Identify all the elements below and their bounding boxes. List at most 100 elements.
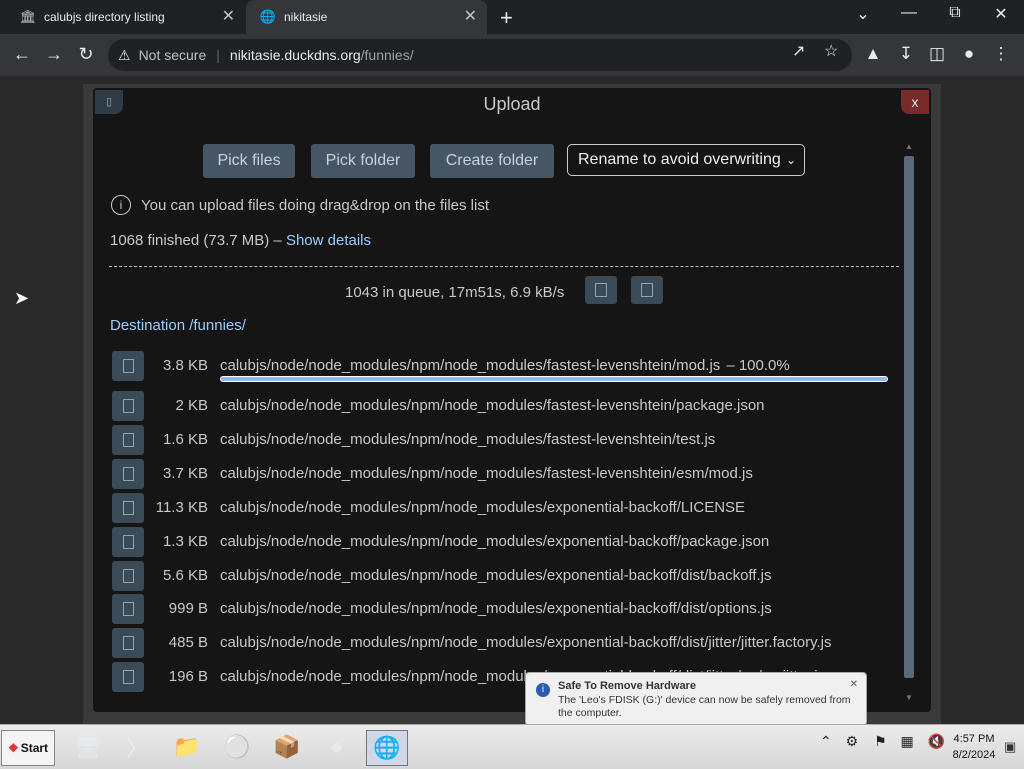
destination-label: Destination /funnies/ [110,317,246,334]
show-desktop-icon[interactable]: ▣ [1004,739,1016,755]
browser-toolbar: ← → ↻ ⚠ Not secure | nikitasie.duckdns.o… [0,34,1024,76]
overwrite-mode-select[interactable]: Rename to avoid overwriting ⌄ [567,144,805,176]
tab-nikitasie[interactable]: 🌐 nikitasie ✕ [246,0,487,34]
file-path: calubjs/node/node_modules/npm/node_modul… [220,357,790,374]
clock-time: 4:57 PM [953,733,995,745]
remove-file-button[interactable] [112,459,144,489]
address-bar[interactable]: ⚠ Not secure | nikitasie.duckdns.org/fun… [108,39,852,71]
file-icon [122,569,134,583]
start-button[interactable]: ❖ Start [1,730,55,766]
forward-button[interactable]: → [42,44,66,65]
tab-search-icon[interactable]: ⌄ [848,4,878,24]
internet-explorer-icon[interactable]: ⚪ [217,730,257,764]
back-button[interactable]: ← [10,44,34,65]
file-icon [122,359,134,373]
file-icon [122,501,134,515]
upload-progress-fill [221,377,887,381]
profile-icon[interactable]: ● [958,44,980,64]
tab-strip: 🏛 calubjs directory listing ✕ 🌐 nikitasi… [0,0,1024,34]
side-panel-icon[interactable]: ◫ [926,44,948,64]
action-center-flag-icon[interactable]: ⚑ [874,733,887,749]
remove-file-button[interactable] [112,351,144,381]
dialog-close-button[interactable]: x [901,90,929,114]
file-path: calubjs/node/node_modules/npm/node_modul… [220,499,746,516]
remove-file-button[interactable] [112,662,144,692]
scroll-down-icon[interactable]: ▼ [905,693,913,702]
archive-app-icon[interactable]: 📦 [267,730,307,764]
close-notification-icon[interactable]: ✕ [850,679,858,690]
powershell-icon[interactable]: 〉 [117,730,157,764]
stop-queue-button[interactable] [631,276,663,304]
remove-file-button[interactable] [112,527,144,557]
pause-icon [595,283,607,297]
file-row: 485 B calubjs/node/node_modules/npm/node… [111,628,891,658]
mouse-cursor-icon: ➤ [14,288,30,308]
remove-file-button[interactable] [112,594,144,624]
bookmark-star-icon[interactable]: ☆ [824,41,838,61]
chevron-down-icon: ⌄ [785,153,796,167]
chrome-icon[interactable]: 🌐 [366,730,408,766]
file-list-scrollbar[interactable]: ▲ ▼ [901,142,917,702]
file-icon [122,636,134,650]
minimize-button[interactable]: — [894,4,924,22]
reload-button[interactable]: ↻ [74,44,98,65]
remove-file-button[interactable] [112,391,144,421]
new-tab-button[interactable]: + [500,5,513,31]
menu-icon[interactable]: ⋮ [990,44,1012,64]
server-manager-icon[interactable]: 🖥 [68,730,108,764]
show-details-link[interactable]: Show details [286,232,371,249]
file-path: calubjs/node/node_modules/npm/node_modul… [220,634,832,651]
file-row: 3.7 KB calubjs/node/node_modules/npm/nod… [111,459,891,489]
download-icon[interactable]: ↧ [895,44,917,64]
close-tab-icon[interactable]: ✕ [222,9,235,25]
finished-summary: 1068 finished (73.7 MB) – Show details [110,232,371,249]
pick-folder-button[interactable]: Pick folder [311,144,415,178]
upload-dialog: ▯ Upload x Pick files Pick folder Create… [93,88,931,712]
file-explorer-icon[interactable]: 📁 [167,730,207,764]
file-path: calubjs/node/node_modules/npm/node_modul… [220,600,772,617]
close-tab-icon[interactable]: ✕ [464,9,477,25]
overwrite-mode-value: Rename to avoid overwriting [578,151,781,168]
app-d-icon[interactable]: ● [317,730,357,764]
file-size: 1.6 KB [162,431,208,448]
restore-button[interactable]: ⧉ [940,4,970,22]
safe-remove-hardware-icon[interactable]: ⚙ [846,733,859,749]
file-size: 11.3 KB [155,499,208,516]
share-icon[interactable]: ↗ [792,41,805,61]
file-row: 11.3 KB calubjs/node/node_modules/npm/no… [111,493,891,523]
system-tray: ⌃ ⚙ ⚑ ▦ 🔇 [820,733,945,750]
remove-file-button[interactable] [112,425,144,455]
page-viewport: ➤ ▯ Upload x Pick files Pick folder Crea… [0,76,1024,724]
remove-file-button[interactable] [112,493,144,523]
close-window-button[interactable]: ✕ [986,4,1016,24]
file-size: 5.6 KB [162,567,208,584]
clock[interactable]: 4:57 PM 8/2/2024 [944,731,1004,763]
stop-icon [641,283,653,297]
pause-queue-button[interactable] [585,276,617,304]
create-folder-button[interactable]: Create folder [430,144,554,178]
file-row: 3.8 KB calubjs/node/node_modules/npm/nod… [111,351,891,382]
pick-files-button[interactable]: Pick files [203,144,295,178]
network-icon[interactable]: ▦ [901,733,914,749]
file-path: calubjs/node/node_modules/npm/node_modul… [220,431,716,448]
remove-file-button[interactable] [112,561,144,591]
windows-logo-icon: ❖ [7,741,19,755]
labs-flask-icon[interactable]: ▲ [862,44,884,64]
remove-file-button[interactable] [112,628,144,658]
file-icon [122,602,134,616]
file-icon [122,467,134,481]
tab-calubjs-directory-listing[interactable]: 🏛 calubjs directory listing ✕ [0,0,245,34]
safe-remove-notification[interactable]: i Safe To Remove Hardware The 'Leo's FDI… [525,672,867,726]
file-row: 5.6 KB calubjs/node/node_modules/npm/nod… [111,561,891,591]
file-size: 3.8 KB [162,357,208,374]
scroll-up-icon[interactable]: ▲ [905,142,913,151]
show-hidden-icons[interactable]: ⌃ [820,733,832,749]
volume-icon[interactable]: 🔇 [928,733,945,749]
tip-text: You can upload files doing drag&drop on … [141,196,490,214]
file-path: calubjs/node/node_modules/npm/node_modul… [220,465,753,482]
file-icon [122,535,134,549]
clock-date: 8/2/2024 [952,749,996,761]
file-row: 1.3 KB calubjs/node/node_modules/npm/nod… [111,527,891,557]
info-icon: i [536,683,550,697]
scrollbar-thumb[interactable] [904,156,914,678]
